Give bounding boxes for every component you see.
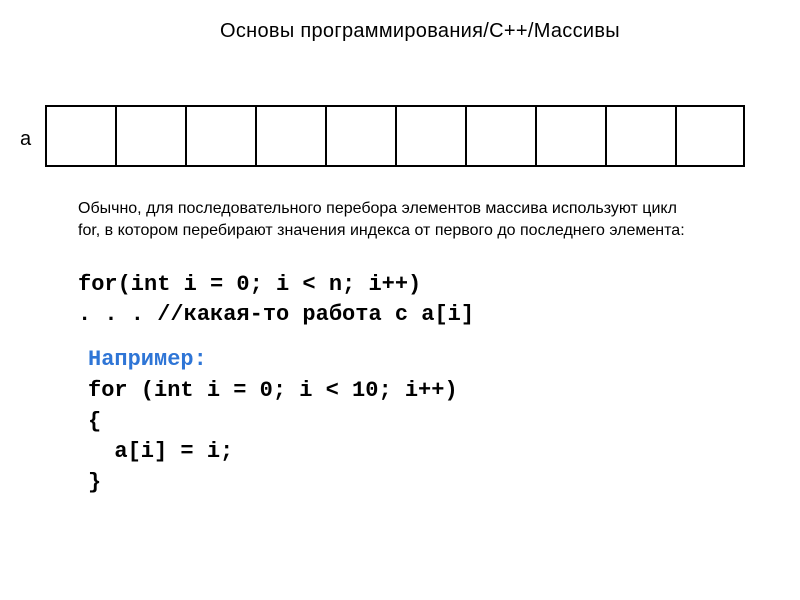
array-cell (605, 105, 675, 167)
code-example: Например: for (int i = 0; i < 10; i++) {… (88, 345, 458, 499)
array-variable-label: a (20, 128, 31, 151)
array-cell (535, 105, 605, 167)
example-heading: Например: (88, 345, 458, 376)
array-cell (255, 105, 325, 167)
array-cell (45, 105, 115, 167)
array-cell (675, 105, 745, 167)
example-code-line: a[i] = i; (88, 437, 458, 468)
array-cell (465, 105, 535, 167)
code-comment: . . . //какая-то работа с a[i] (78, 302, 474, 327)
example-code-line: for (int i = 0; i < 10; i++) (88, 376, 458, 407)
array-cell (395, 105, 465, 167)
example-code-line: } (88, 468, 458, 499)
array-cell (325, 105, 395, 167)
array-cell (185, 105, 255, 167)
array-cell (115, 105, 185, 167)
breadcrumb: Основы программирования/C++/Массивы (220, 20, 620, 43)
code-forloop-generic: for(int i = 0; i < n; i++) (78, 272, 421, 297)
example-code-line: { (88, 407, 458, 438)
paragraph-description: Обычно, для последовательного перебора э… (78, 198, 698, 243)
array-diagram (45, 105, 745, 167)
